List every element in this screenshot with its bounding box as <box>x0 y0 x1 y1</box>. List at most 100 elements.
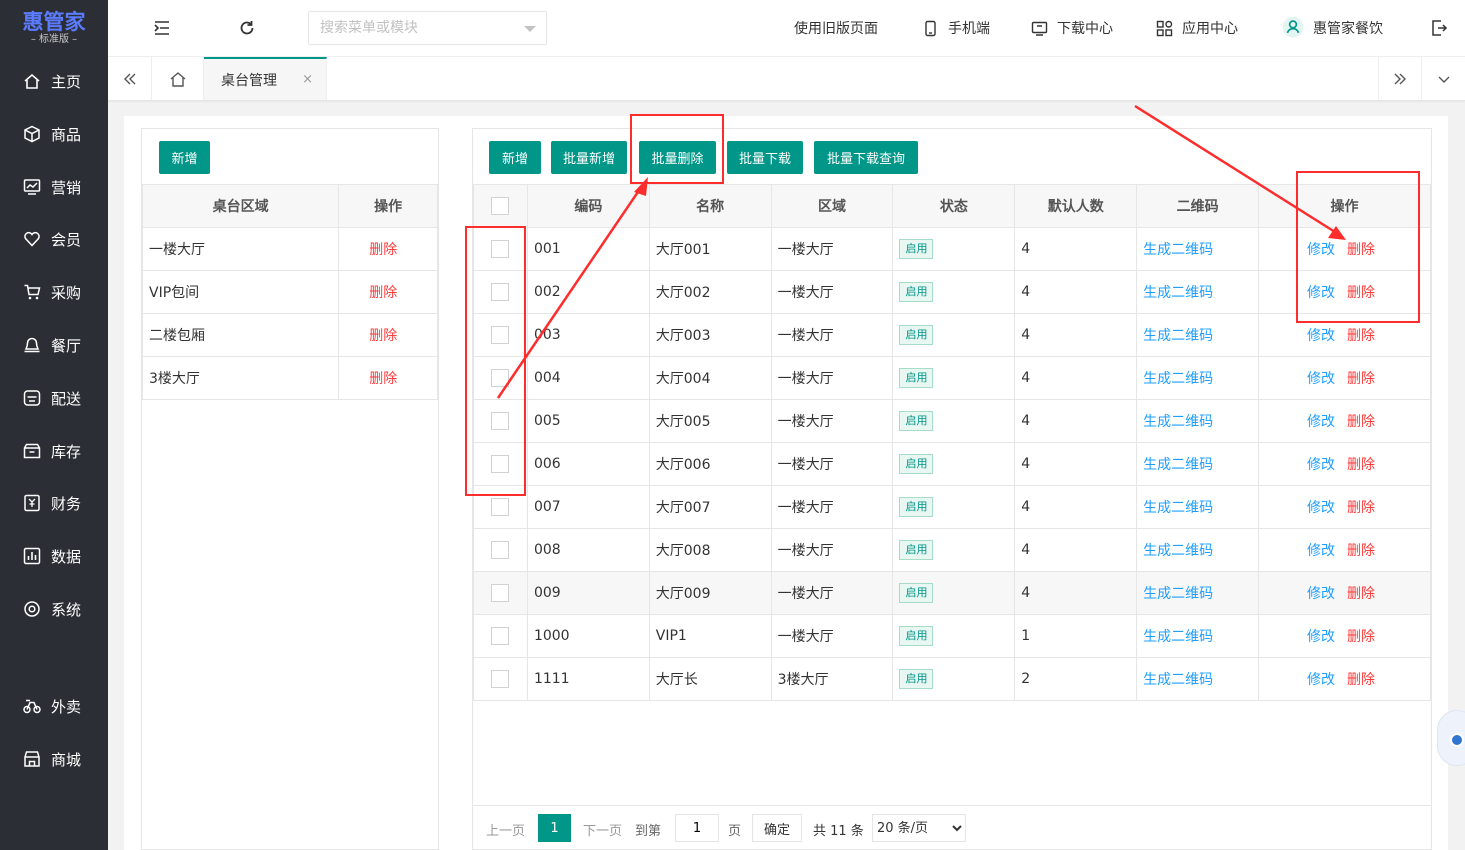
row-checkbox[interactable] <box>491 670 510 688</box>
generate-qr-link[interactable]: 生成二维码 <box>1143 414 1213 430</box>
delete-link[interactable]: 删除 <box>1347 586 1375 602</box>
sidebar-item-label: 外卖 <box>51 697 82 716</box>
sidebar-item-6[interactable]: 配送 <box>0 378 108 418</box>
delete-link[interactable]: 删除 <box>1347 672 1375 688</box>
batch-download-query-button[interactable]: 批量下载查询 <box>814 141 918 174</box>
box-icon <box>23 125 41 143</box>
row-checkbox[interactable] <box>491 541 510 559</box>
sidebar-item-9[interactable]: 数据 <box>0 536 108 576</box>
assistant-floating-icon[interactable] <box>1437 710 1465 766</box>
generate-qr-link[interactable]: 生成二维码 <box>1143 457 1213 473</box>
edit-link[interactable]: 修改 <box>1307 457 1335 473</box>
goto-page-input[interactable] <box>675 814 719 842</box>
add-area-button[interactable]: 新增 <box>159 141 210 174</box>
delete-link[interactable]: 删除 <box>1347 414 1375 430</box>
mobile-link[interactable]: 手机端 <box>922 18 990 38</box>
edit-link[interactable]: 修改 <box>1307 371 1335 387</box>
generate-qr-link[interactable]: 生成二维码 <box>1143 586 1213 602</box>
generate-qr-link[interactable]: 生成二维码 <box>1143 543 1213 559</box>
annotation-box-checkboxes <box>465 226 526 496</box>
sidebar-item-8[interactable]: 财务 <box>0 483 108 523</box>
row-checkbox[interactable] <box>491 498 510 516</box>
scroll-right-icon[interactable] <box>1378 57 1422 100</box>
old-page-link[interactable]: 使用旧版页面 <box>794 18 878 38</box>
collapse-menu-icon[interactable] <box>153 19 171 37</box>
generate-qr-link[interactable]: 生成二维码 <box>1143 629 1213 645</box>
current-page[interactable]: 1 <box>538 814 571 842</box>
delete-area-link[interactable]: 删除 <box>369 371 397 387</box>
top-header: 使用旧版页面 手机端 下载中心 应用中心 惠管家餐饮 <box>108 0 1465 57</box>
edit-link[interactable]: 修改 <box>1307 629 1335 645</box>
batch-add-button[interactable]: 批量新增 <box>551 141 627 174</box>
tab-table-management[interactable]: 桌台管理 × <box>204 57 327 100</box>
table-code: 1111 <box>526 657 650 701</box>
sidebar-item-label: 库存 <box>51 442 82 461</box>
delete-link[interactable]: 删除 <box>1347 543 1375 559</box>
delivery-icon <box>23 389 41 407</box>
edit-link[interactable]: 修改 <box>1307 328 1335 344</box>
table-code: 006 <box>526 442 650 486</box>
chevron-down-icon[interactable] <box>524 26 536 32</box>
delete-link[interactable]: 删除 <box>1347 371 1375 387</box>
status-badge: 启用 <box>899 497 934 517</box>
batch-download-button[interactable]: 批量下载 <box>727 141 803 174</box>
sidebar-item-4[interactable]: 采购 <box>0 272 108 312</box>
add-table-button[interactable]: 新增 <box>489 141 541 174</box>
edit-link[interactable]: 修改 <box>1307 586 1335 602</box>
area-name: 二楼包厢 <box>141 313 340 357</box>
sidebar-item-1[interactable]: 商品 <box>0 114 108 154</box>
app-center-link[interactable]: 应用中心 <box>1156 18 1238 38</box>
sidebar-item-label: 商城 <box>51 750 82 769</box>
table-area: 一楼大厅 <box>770 485 894 529</box>
confirm-page-button[interactable]: 确定 <box>752 814 802 842</box>
table-name: 大厅002 <box>648 270 772 314</box>
delete-link[interactable]: 删除 <box>1347 500 1375 516</box>
generate-qr-link[interactable]: 生成二维码 <box>1143 285 1213 301</box>
table-code: 007 <box>526 485 650 529</box>
edit-link[interactable]: 修改 <box>1307 414 1335 430</box>
sidebar-item-11[interactable]: 外卖 <box>0 686 108 726</box>
sidebar-item-2[interactable]: 营销 <box>0 167 108 207</box>
annotation-box-batch-delete <box>630 114 724 184</box>
edit-link[interactable]: 修改 <box>1307 543 1335 559</box>
menu-search-input[interactable] <box>309 12 509 44</box>
edit-link[interactable]: 修改 <box>1307 672 1335 688</box>
scroll-left-icon[interactable] <box>108 57 152 100</box>
prev-page[interactable]: 上一页 <box>486 820 525 839</box>
generate-qr-link[interactable]: 生成二维码 <box>1143 242 1213 258</box>
sidebar-item-12[interactable]: 商城 <box>0 739 108 779</box>
home-tab-icon[interactable] <box>152 57 204 100</box>
generate-qr-link[interactable]: 生成二维码 <box>1143 328 1213 344</box>
delete-area-link[interactable]: 删除 <box>369 328 397 344</box>
delete-area-link[interactable]: 删除 <box>369 285 397 301</box>
refresh-icon[interactable] <box>238 19 256 37</box>
goto-label: 到第 <box>635 824 662 839</box>
row-checkbox[interactable] <box>491 584 510 602</box>
generate-qr-link[interactable]: 生成二维码 <box>1143 371 1213 387</box>
sidebar-item-7[interactable]: 库存 <box>0 431 108 471</box>
delete-link[interactable]: 删除 <box>1347 328 1375 344</box>
annotation-box-operations <box>1296 171 1420 323</box>
select-all-checkbox[interactable] <box>491 197 510 215</box>
sidebar-item-3[interactable]: 会员 <box>0 219 108 259</box>
table-code: 1000 <box>526 614 650 658</box>
sidebar-item-5[interactable]: 餐厅 <box>0 325 108 365</box>
sidebar-item-0[interactable]: 主页 <box>0 61 108 101</box>
generate-qr-link[interactable]: 生成二维码 <box>1143 500 1213 516</box>
action-column-header: 操作 <box>338 184 438 228</box>
tab-menu-chevron-icon[interactable] <box>1422 57 1465 100</box>
page-size-select[interactable]: 20 条/页 <box>872 814 966 842</box>
logout-icon[interactable] <box>1430 19 1448 37</box>
sidebar-item-10[interactable]: 系统 <box>0 589 108 629</box>
menu-search[interactable] <box>308 11 547 45</box>
user-menu[interactable]: 惠管家餐饮 <box>1282 16 1383 38</box>
delete-area-link[interactable]: 删除 <box>369 242 397 258</box>
row-checkbox[interactable] <box>491 627 510 645</box>
next-page[interactable]: 下一页 <box>583 820 622 839</box>
download-center-link[interactable]: 下载中心 <box>1031 18 1113 38</box>
delete-link[interactable]: 删除 <box>1347 457 1375 473</box>
edit-link[interactable]: 修改 <box>1307 500 1335 516</box>
generate-qr-link[interactable]: 生成二维码 <box>1143 672 1213 688</box>
close-tab-icon[interactable]: × <box>302 72 313 87</box>
delete-link[interactable]: 删除 <box>1347 629 1375 645</box>
